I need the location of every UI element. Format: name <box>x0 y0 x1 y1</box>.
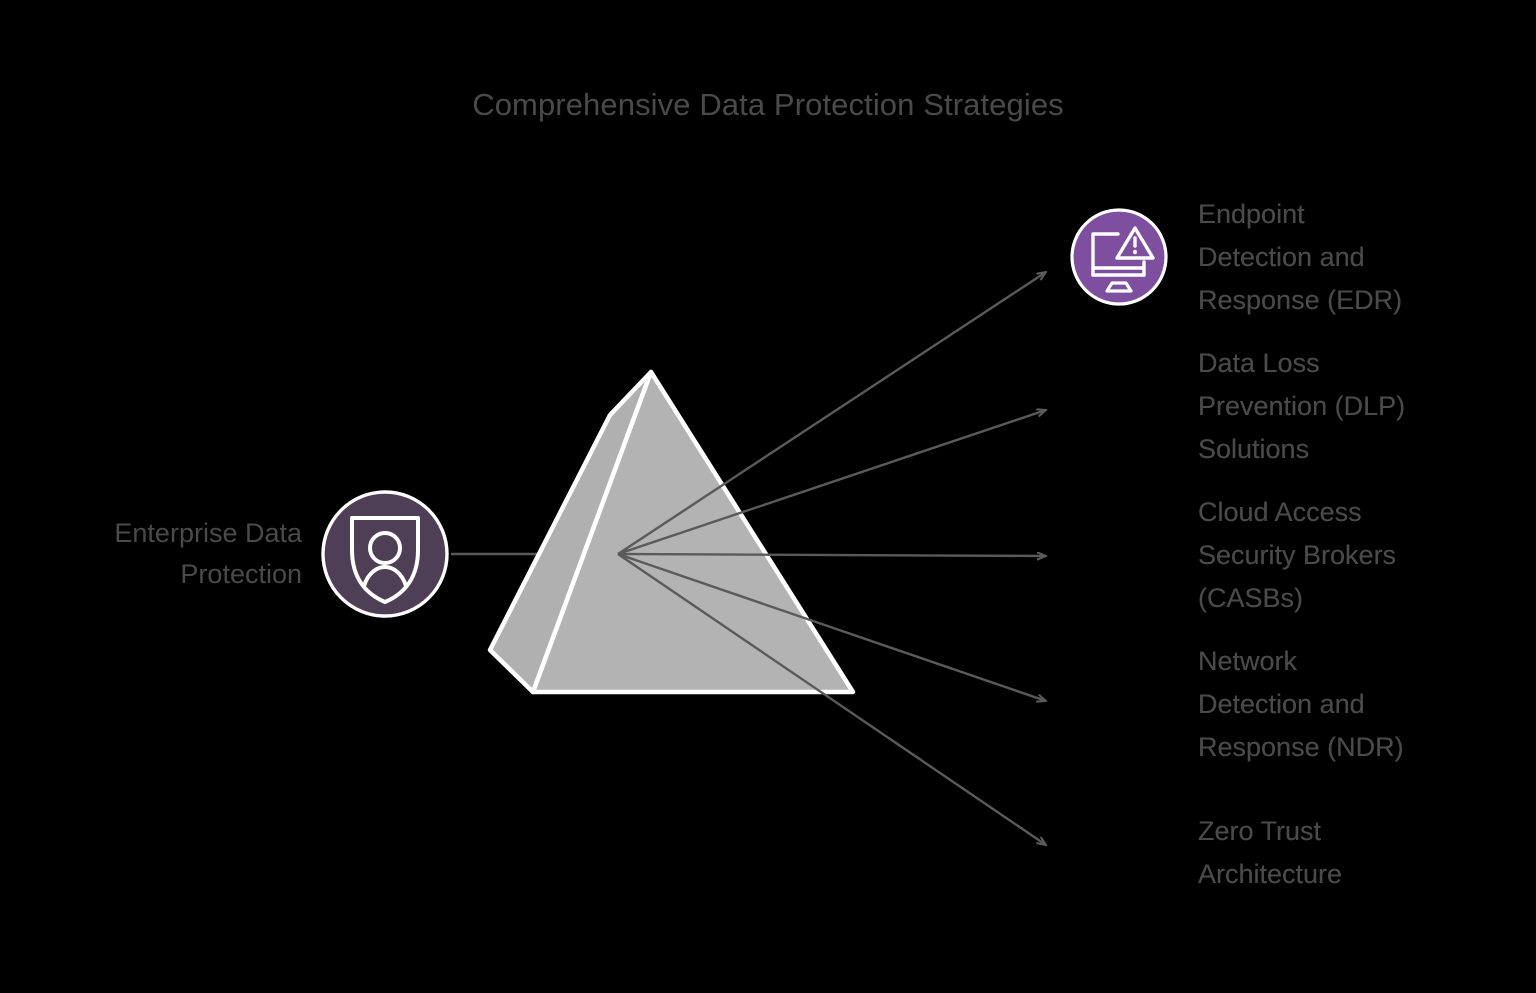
source-label-line: Enterprise Data <box>114 518 302 548</box>
branch-label-line: Detection and <box>1198 689 1365 719</box>
branch-label-line: Response (EDR) <box>1198 285 1403 315</box>
source-node[interactable] <box>321 490 449 618</box>
branch-node-edr[interactable] <box>1070 208 1168 306</box>
branch-label-line: Zero Trust <box>1198 816 1322 846</box>
source-label-line: Protection <box>180 559 302 589</box>
branch-label-dlp-overlay: Data Loss Prevention (DLP) Solutions <box>1198 342 1488 471</box>
branch-label-line: Network <box>1198 646 1298 676</box>
branch-label-line: Cloud Access <box>1198 497 1362 527</box>
branch-label-line: Response (NDR) <box>1198 732 1404 762</box>
branch-label-line: Solutions <box>1198 434 1310 464</box>
branch-label-ndr-overlay: Network Detection and Response (NDR) <box>1198 640 1488 769</box>
branch-label-line: Security Brokers <box>1198 540 1397 570</box>
branch-label-line: Endpoint <box>1198 199 1305 229</box>
branch-label-line: Prevention (DLP) <box>1198 391 1406 421</box>
branch-label-line: (CASBs) <box>1198 583 1304 613</box>
branch-label-casb-overlay: Cloud Access Security Brokers (CASBs) <box>1198 491 1488 620</box>
prism-shape <box>487 369 856 695</box>
ray-to-edr <box>617 272 1046 556</box>
source-node-circle[interactable] <box>321 490 449 618</box>
page-title: Comprehensive Data Protection Strategies <box>472 87 1064 122</box>
branch-label-line: Data Loss <box>1198 348 1320 378</box>
diagram-canvas: Endpoint Detection and Response (EDR) Da… <box>0 0 1536 993</box>
branch-label-line: Architecture <box>1198 859 1343 889</box>
source-node-label: Enterprise Data Protection <box>40 513 302 595</box>
branch-label-edr-overlay: Endpoint Detection and Response (EDR) <box>1198 193 1488 322</box>
ray-to-zta <box>617 553 1046 845</box>
branch-label-zta-overlay: Zero Trust Architecture <box>1198 810 1488 896</box>
branch-label-line: Detection and <box>1198 242 1365 272</box>
